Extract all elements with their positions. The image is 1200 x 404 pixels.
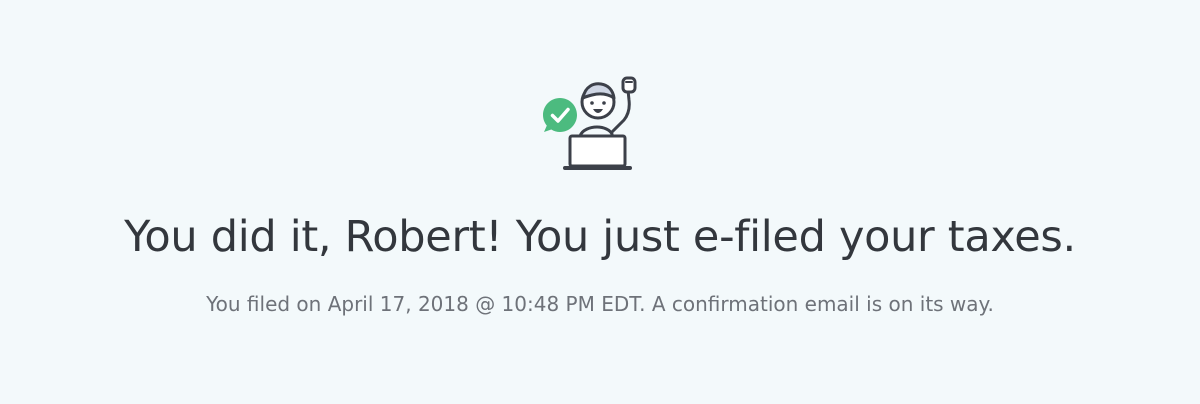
check-circle-icon	[543, 98, 577, 132]
confirmation-subline: You filed on April 17, 2018 @ 10:48 PM E…	[206, 292, 994, 316]
efile-confirmation-page: You did it, Robert! You just e-filed you…	[0, 0, 1200, 404]
celebrating-person-laptop-icon	[543, 76, 637, 170]
confirmation-headline: You did it, Robert! You just e-filed you…	[124, 212, 1076, 262]
